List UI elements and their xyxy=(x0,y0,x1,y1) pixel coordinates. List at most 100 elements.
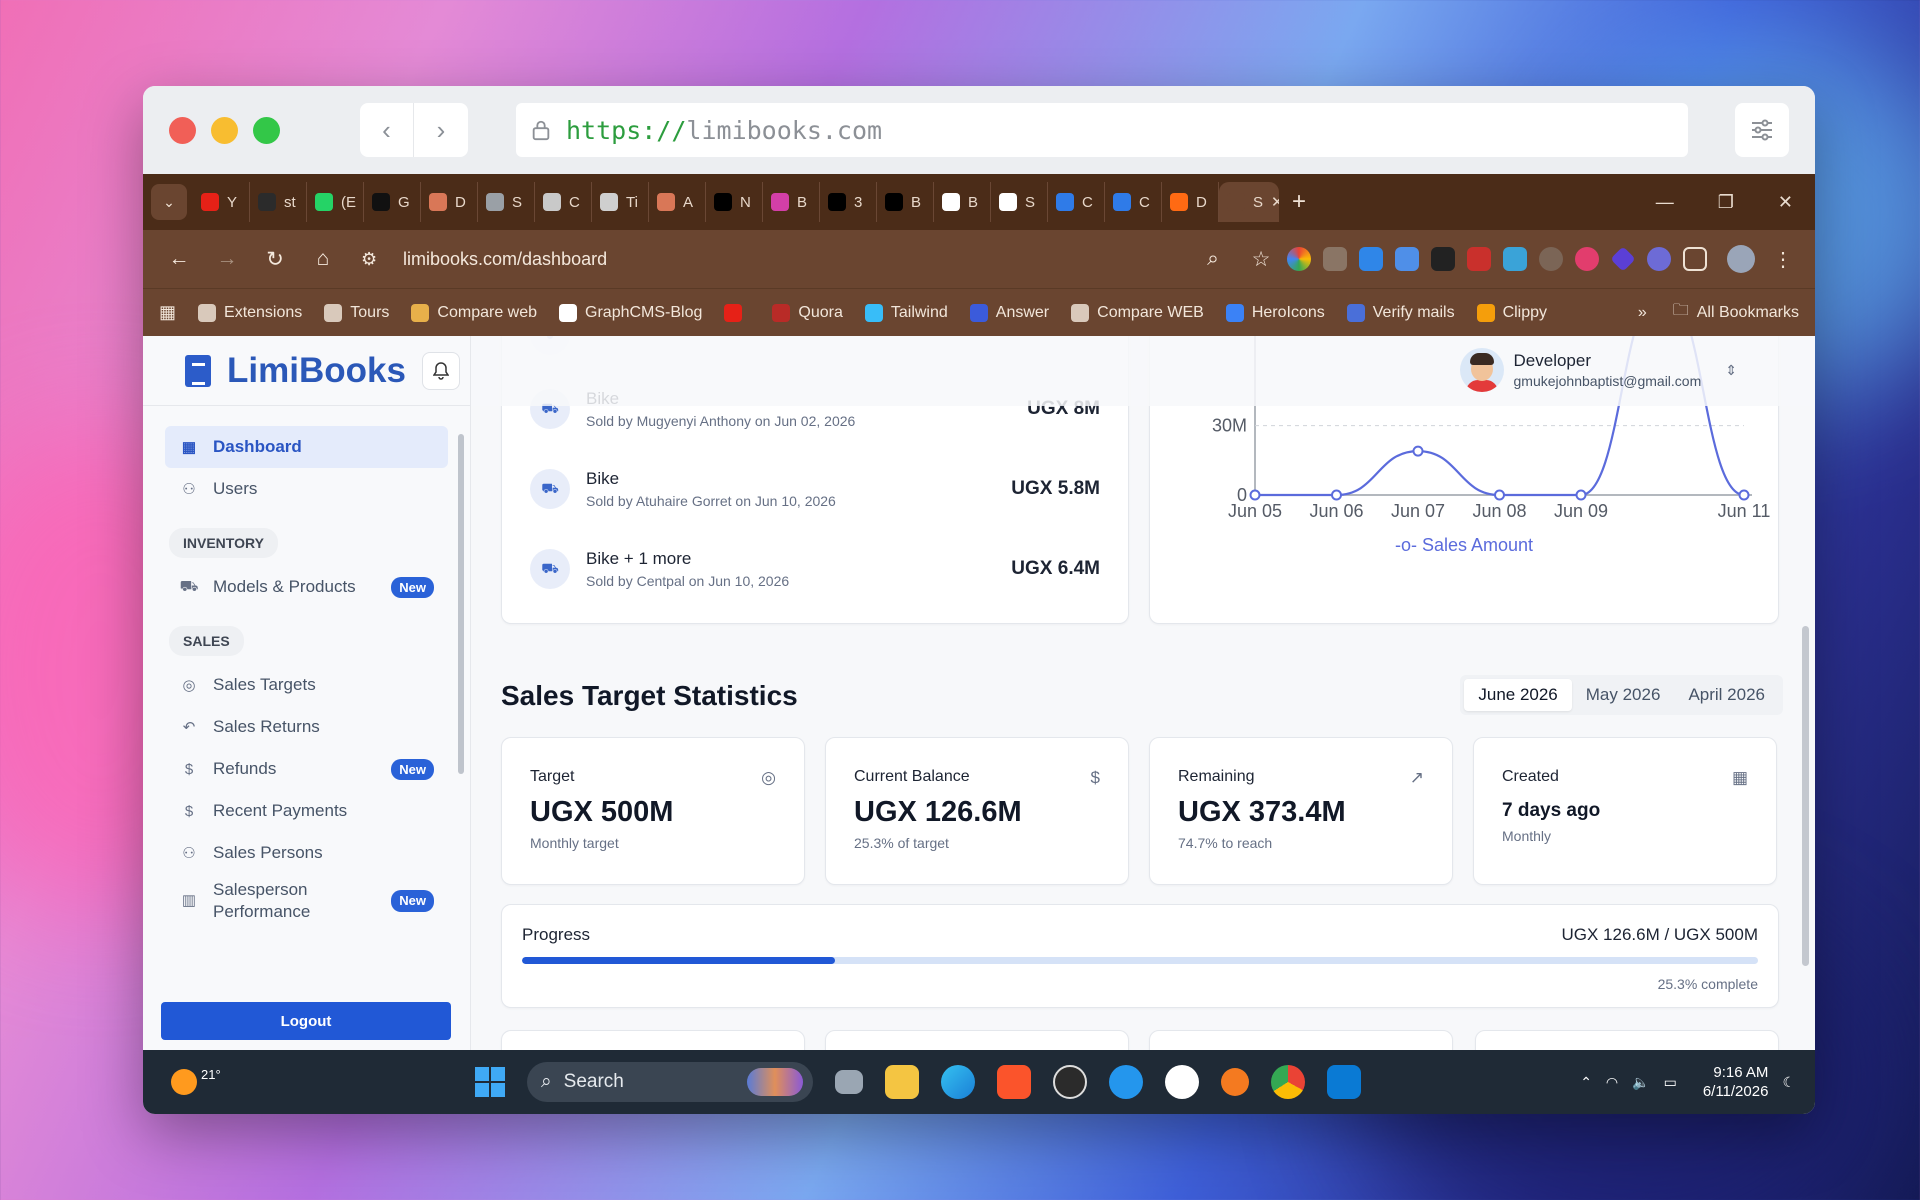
profile-avatar-icon[interactable] xyxy=(1727,245,1755,273)
bookmark-item[interactable]: Tailwind xyxy=(864,303,948,322)
puzzle-icon[interactable] xyxy=(1683,247,1707,271)
taskbar-search[interactable]: ⌕ Search xyxy=(527,1062,813,1102)
close-window-button[interactable] xyxy=(169,116,196,144)
forward-icon[interactable]: → xyxy=(205,237,249,281)
extension-icon[interactable] xyxy=(1610,246,1636,272)
bookmark-item[interactable]: Clippy xyxy=(1476,303,1547,322)
clock[interactable]: 9:16 AM 6/11/2026 xyxy=(1703,1063,1769,1102)
brave-icon[interactable] xyxy=(997,1065,1031,1099)
chrome-icon[interactable] xyxy=(1271,1065,1305,1099)
extension-icon[interactable] xyxy=(1647,247,1671,271)
tab-month[interactable]: June 2026 xyxy=(1464,679,1572,711)
browser-tab[interactable]: C xyxy=(1105,182,1162,222)
bookmark-item[interactable]: Tours xyxy=(324,303,389,322)
weather-widget[interactable]: 21° xyxy=(171,1067,221,1095)
zoom-icon[interactable]: ⌕ xyxy=(1191,237,1235,281)
list-item[interactable]: ⛟ Bike + 1 more Sold by Centpal on Jun 10,… xyxy=(530,539,1100,599)
browser-tab[interactable]: N xyxy=(706,182,763,222)
windows-start-icon[interactable] xyxy=(475,1067,505,1097)
minimize-icon[interactable]: — xyxy=(1656,192,1674,213)
chart-legend[interactable]: -o- Sales Amount xyxy=(1150,535,1778,556)
task-view-icon[interactable] xyxy=(835,1070,863,1094)
notification-icon[interactable]: ☾ xyxy=(1782,1074,1795,1091)
list-item[interactable]: ⛟ Bike Sold by Atuhaire Gorret on Jun 10, … xyxy=(530,459,1100,519)
sidebar-item-sales-persons[interactable]: ⚇ Sales Persons xyxy=(165,832,448,874)
browser-tab[interactable]: Ti xyxy=(592,182,649,222)
vscode-icon[interactable] xyxy=(1327,1065,1361,1099)
browser-tab[interactable]: C xyxy=(535,182,592,222)
browser-tab[interactable]: 3 xyxy=(820,182,877,222)
mac-url-bar[interactable]: https://limibooks.com xyxy=(516,103,1688,157)
reload-icon[interactable]: ↻ xyxy=(253,237,297,281)
app-icon[interactable] xyxy=(1165,1065,1199,1099)
site-settings-icon[interactable]: ⚙ xyxy=(361,249,389,270)
bell-icon[interactable] xyxy=(421,351,460,390)
bookmark-item[interactable]: Quora xyxy=(772,303,843,322)
zoom-window-button[interactable] xyxy=(253,116,280,144)
chevron-up-icon[interactable]: ⌃ xyxy=(1580,1074,1592,1091)
tab-month[interactable]: May 2026 xyxy=(1572,679,1675,711)
browser-tab[interactable]: st xyxy=(250,182,307,222)
bookmark-item[interactable]: Extensions xyxy=(198,303,302,322)
extension-icon[interactable] xyxy=(1503,247,1527,271)
kebab-menu-icon[interactable]: ⋮ xyxy=(1773,247,1793,272)
power-icon[interactable] xyxy=(1539,247,1563,271)
bookmark-item[interactable]: Compare web xyxy=(411,303,537,322)
wifi-icon[interactable]: ◠ xyxy=(1606,1074,1618,1091)
tab-close-icon[interactable]: ✕ xyxy=(1271,193,1279,211)
sidebar-item-refunds[interactable]: $ Refunds New xyxy=(165,748,448,790)
extension-icon[interactable] xyxy=(1431,247,1455,271)
extension-icon[interactable] xyxy=(1395,247,1419,271)
edge-icon[interactable] xyxy=(941,1065,975,1099)
extension-icon[interactable] xyxy=(1467,247,1491,271)
extension-icon[interactable] xyxy=(1287,247,1311,271)
chevron-right-icon[interactable]: › xyxy=(414,103,468,157)
bookmark-item[interactable]: GraphCMS-Blog xyxy=(559,303,702,322)
sidebar-item-salesperson-performance[interactable]: ▥ Salesperson Performance New xyxy=(165,874,448,928)
file-explorer-icon[interactable] xyxy=(885,1065,919,1099)
browser-tab[interactable]: S xyxy=(478,182,535,222)
main-scrollbar[interactable] xyxy=(1802,626,1809,966)
browser-tab[interactable]: B xyxy=(763,182,820,222)
browser-tab[interactable]: D xyxy=(421,182,478,222)
browser-tab[interactable]: G xyxy=(364,182,421,222)
docker-icon[interactable] xyxy=(1109,1065,1143,1099)
browser-tab[interactable]: S xyxy=(991,182,1048,222)
sidebar-scrollbar[interactable] xyxy=(458,414,464,774)
home-icon[interactable]: ⌂ xyxy=(301,237,345,281)
restore-icon[interactable]: ❐ xyxy=(1718,192,1734,213)
extension-icon[interactable] xyxy=(1323,247,1347,271)
user-menu[interactable]: Developer gmukejohnbaptist@gmail.com ⇕ xyxy=(1459,348,1737,392)
sidebar-item-sales-targets[interactable]: ◎ Sales Targets xyxy=(165,664,448,706)
bookmark-item[interactable] xyxy=(724,303,750,322)
bookmark-item[interactable]: HeroIcons xyxy=(1225,303,1325,322)
sidebar-item-users[interactable]: ⚇ Users xyxy=(165,468,448,510)
obs-icon[interactable] xyxy=(1053,1065,1087,1099)
close-icon[interactable]: ✕ xyxy=(1778,192,1793,213)
back-icon[interactable]: ← xyxy=(157,237,201,281)
tab-month[interactable]: April 2026 xyxy=(1674,679,1779,711)
more-bookmarks-icon[interactable]: » xyxy=(1638,304,1647,322)
chevron-left-icon[interactable]: ‹ xyxy=(360,103,414,157)
volume-icon[interactable]: 🔈 xyxy=(1632,1074,1649,1091)
browser-tab[interactable]: B xyxy=(877,182,934,222)
sliders-icon[interactable] xyxy=(1735,103,1789,157)
browser-tab[interactable]: A xyxy=(649,182,706,222)
sidebar-item-sales-returns[interactable]: ↶ Sales Returns xyxy=(165,706,448,748)
new-tab-button[interactable]: + xyxy=(1279,188,1319,216)
logout-button[interactable]: Logout xyxy=(161,1002,451,1040)
browser-tab[interactable]: B xyxy=(934,182,991,222)
bookmark-item[interactable]: Compare WEB xyxy=(1071,303,1204,322)
browser-tab[interactable]: (E xyxy=(307,182,364,222)
browser-tab[interactable]: S ✕ xyxy=(1219,182,1279,222)
bookmark-star-icon[interactable]: ☆ xyxy=(1239,237,1283,281)
extension-icon[interactable] xyxy=(1575,247,1599,271)
browser-tab[interactable]: D xyxy=(1162,182,1219,222)
sidebar-item-models-products[interactable]: ⛟ Models & Products New xyxy=(165,566,448,608)
bookmark-item[interactable]: Answer xyxy=(969,303,1049,322)
magnifier-app-icon[interactable] xyxy=(1221,1068,1249,1096)
extension-icon[interactable] xyxy=(1359,247,1383,271)
sidebar-item-recent-payments[interactable]: $ Recent Payments xyxy=(165,790,448,832)
tab-search-icon[interactable]: ⌄ xyxy=(151,184,187,220)
omnibox[interactable]: ⚙ limibooks.com/dashboard xyxy=(349,237,1187,281)
